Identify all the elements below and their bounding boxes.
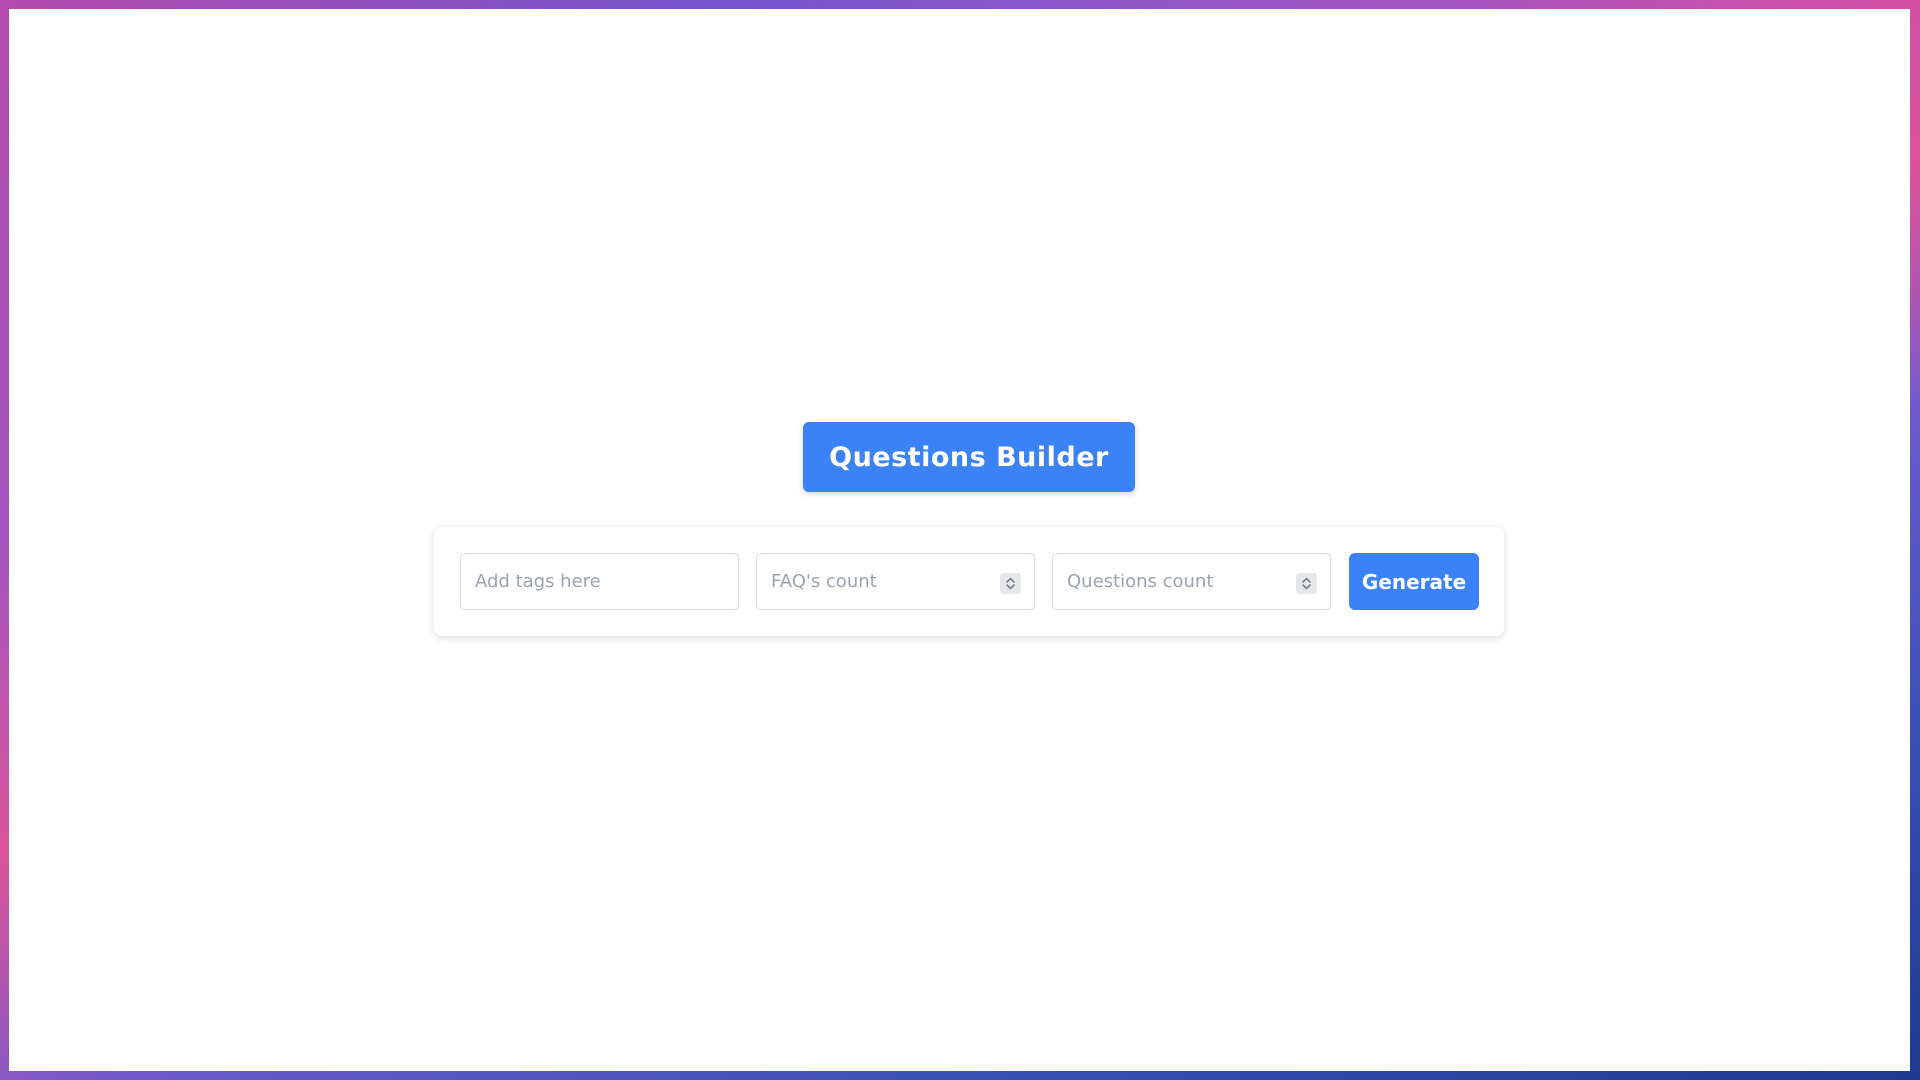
page-viewport: Questions Builder Generate (9, 9, 1910, 1071)
faq-count-field (756, 553, 1035, 610)
questions-count-stepper[interactable] (1296, 573, 1317, 594)
faq-count-input[interactable] (757, 554, 1034, 609)
generator-form: Generate (434, 527, 1504, 636)
tags-field (460, 553, 739, 610)
up-down-chevron-icon (1006, 577, 1015, 590)
questions-count-input[interactable] (1053, 554, 1330, 609)
up-down-chevron-icon (1302, 577, 1311, 590)
page-title: Questions Builder (803, 422, 1135, 492)
tags-input[interactable] (461, 554, 738, 609)
faq-count-stepper[interactable] (1000, 573, 1021, 594)
generate-button[interactable]: Generate (1349, 553, 1479, 610)
questions-count-field (1052, 553, 1331, 610)
